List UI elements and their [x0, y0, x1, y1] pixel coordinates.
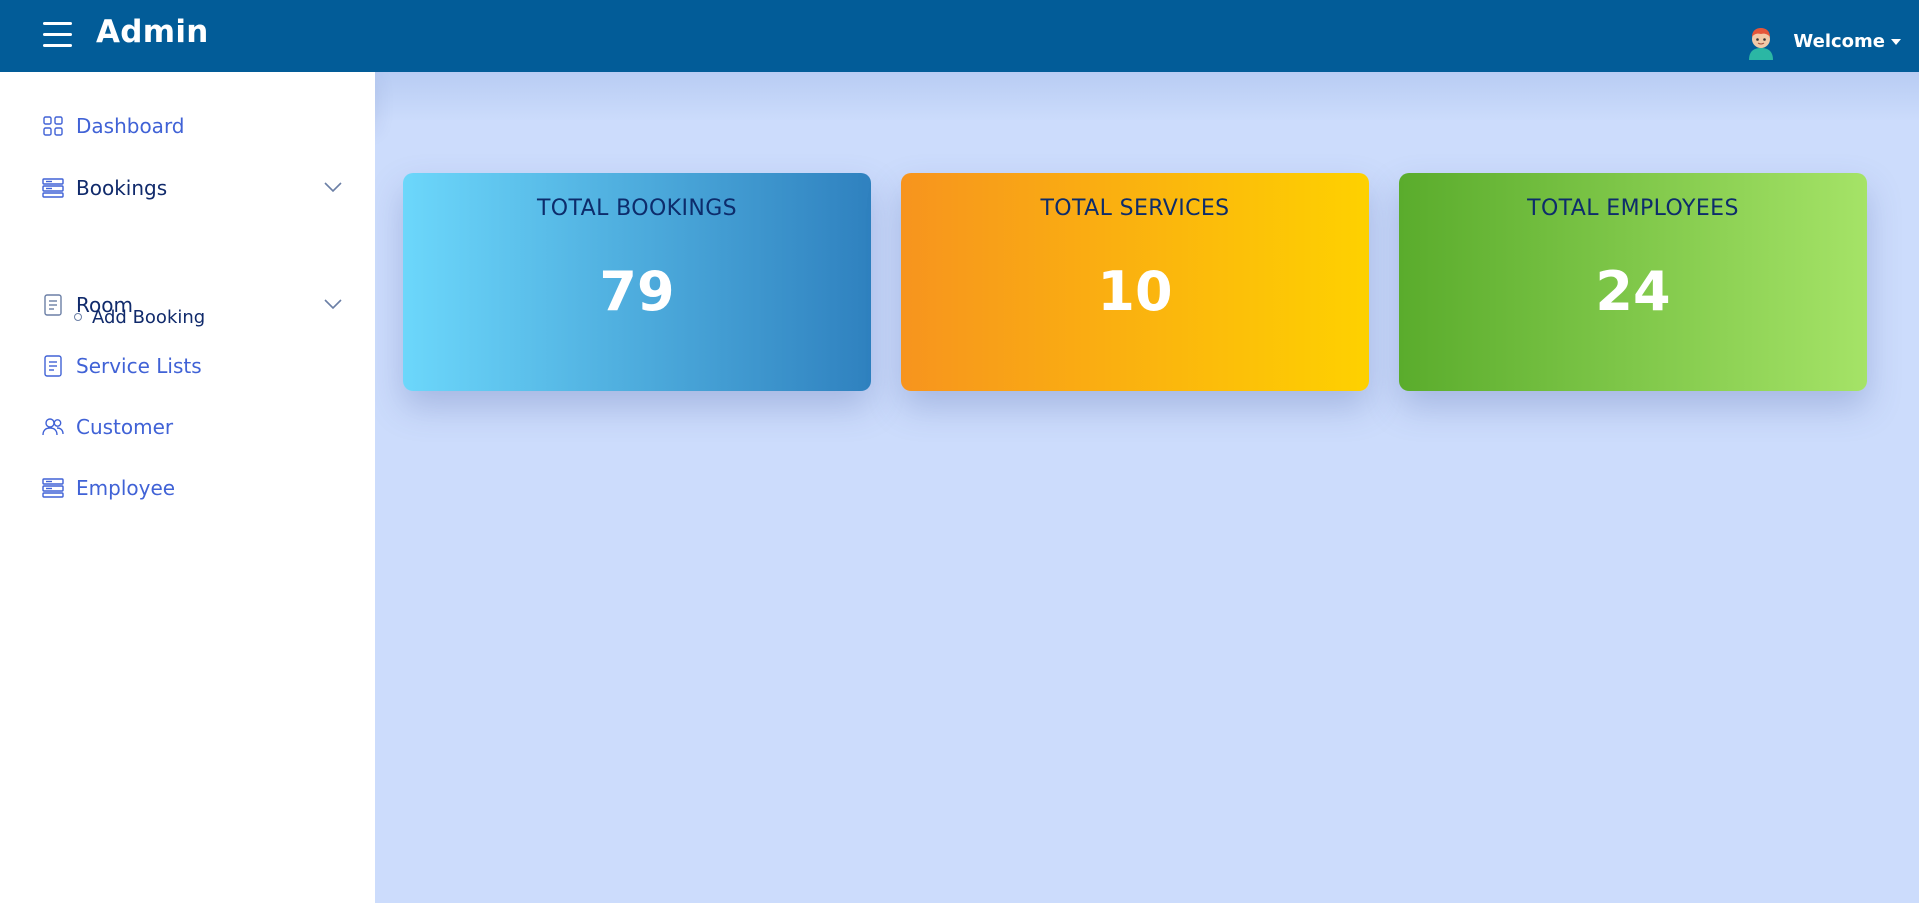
chevron-down-icon: [1891, 39, 1901, 45]
sidebar-item-label: Employee: [76, 476, 176, 500]
sidebar-item-room[interactable]: Room: [42, 287, 342, 323]
sidebar-item-customer[interactable]: Customer: [42, 409, 342, 445]
card-value: 79: [599, 260, 675, 323]
document-icon: [42, 294, 64, 316]
top-navbar: Admin Welcome: [0, 0, 1919, 72]
card-value: 10: [1097, 260, 1173, 323]
brand-title[interactable]: Admin: [96, 14, 209, 50]
list-icon: [42, 477, 64, 499]
avatar: [1749, 28, 1774, 60]
sidebar-item-label: Customer: [76, 415, 174, 439]
card-value: 24: [1595, 260, 1671, 323]
card-title: TOTAL EMPLOYEES: [1527, 196, 1739, 221]
chevron-down-icon[interactable]: [324, 181, 342, 193]
welcome-label: Welcome: [1793, 30, 1885, 52]
menu-toggle-icon[interactable]: [43, 22, 72, 48]
users-icon: [42, 416, 64, 438]
sidebar-item-label: Service Lists: [76, 354, 202, 378]
document-icon: [42, 355, 64, 377]
sidebar-item-service-lists[interactable]: Service Lists: [42, 348, 342, 384]
sidebar: Dashboard Bookings Add Booking Room Serv…: [0, 72, 375, 903]
grid-icon: [42, 115, 64, 137]
stat-card-total-bookings[interactable]: TOTAL BOOKINGS 79: [403, 173, 871, 391]
card-title: TOTAL BOOKINGS: [536, 196, 738, 221]
chevron-down-icon[interactable]: [324, 298, 342, 310]
sidebar-item-employee[interactable]: Employee: [42, 470, 342, 506]
sidebar-item-bookings[interactable]: Bookings: [42, 170, 342, 206]
sidebar-item-dashboard[interactable]: Dashboard: [42, 108, 342, 144]
sidebar-item-label: Dashboard: [76, 114, 185, 138]
user-menu[interactable]: Welcome: [1743, 22, 1901, 60]
card-title: TOTAL SERVICES: [1040, 196, 1230, 221]
sidebar-item-label: Room: [76, 293, 133, 317]
sidebar-item-label: Bookings: [76, 176, 168, 200]
list-icon: [42, 177, 64, 199]
stat-card-total-services[interactable]: TOTAL SERVICES 10: [901, 173, 1369, 391]
stat-card-total-employees[interactable]: TOTAL EMPLOYEES 24: [1399, 173, 1867, 391]
content-header-shadow: [375, 72, 1919, 122]
